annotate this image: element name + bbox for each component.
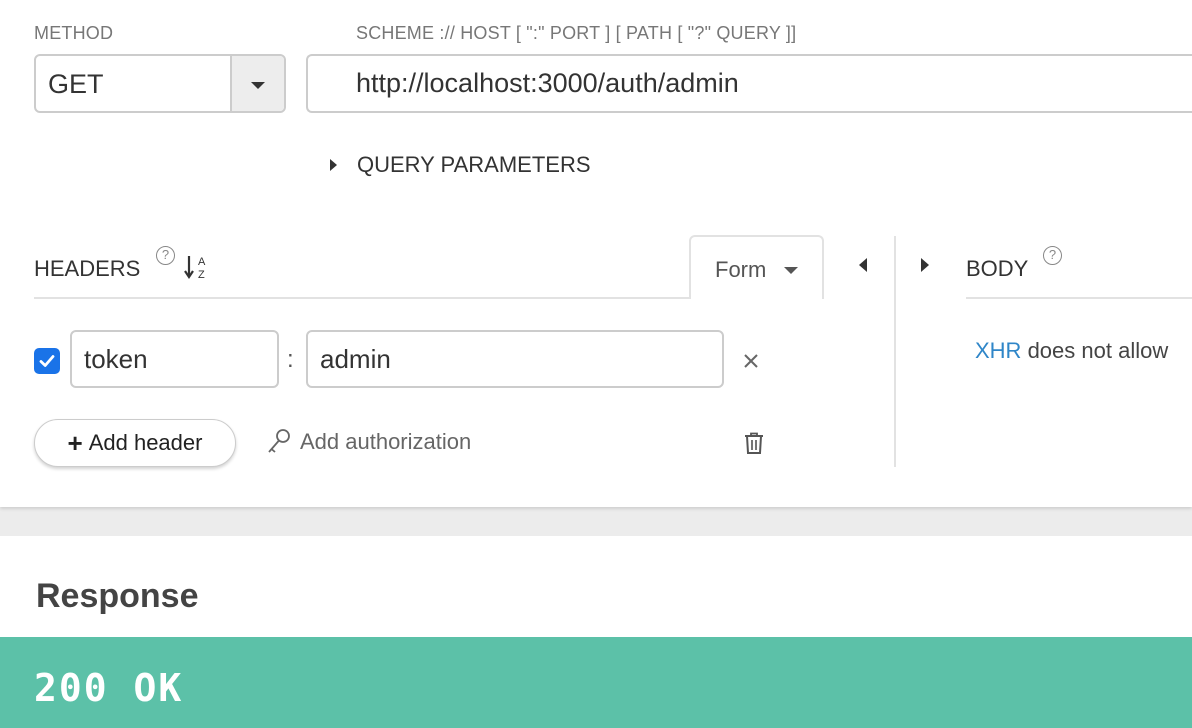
- body-divider: [966, 297, 1192, 299]
- add-authorization-button[interactable]: Add authorization: [266, 428, 471, 456]
- header-name-input[interactable]: [70, 330, 279, 388]
- headers-mode-tab[interactable]: Form: [689, 235, 824, 299]
- add-authorization-label: Add authorization: [300, 429, 472, 454]
- response-panel: Response 200 OK: [0, 536, 1192, 728]
- add-header-label: Add header: [88, 430, 203, 455]
- trash-icon: [745, 432, 763, 454]
- svg-text:A: A: [198, 256, 206, 268]
- add-header-button[interactable]: + Add header: [34, 419, 236, 467]
- svg-text:Z: Z: [198, 269, 205, 281]
- headers-divider: [34, 297, 690, 299]
- header-enabled-checkbox[interactable]: [34, 348, 60, 374]
- sort-alpha-icon[interactable]: A Z: [184, 253, 210, 281]
- panel-splitter[interactable]: [894, 236, 896, 467]
- method-dropdown-toggle[interactable]: [230, 56, 284, 111]
- body-help-icon[interactable]: ?: [1043, 246, 1062, 265]
- query-parameters-label: QUERY PARAMETERS: [357, 152, 591, 177]
- xhr-note-text: does not allow: [1021, 338, 1169, 363]
- check-icon: [39, 355, 55, 367]
- key-icon: [268, 429, 290, 453]
- status-text: 200 OK: [34, 666, 184, 710]
- close-icon: [744, 354, 758, 368]
- chevron-down-icon: [251, 82, 265, 89]
- xhr-note: XHR does not allow: [975, 338, 1168, 364]
- delete-all-headers-button[interactable]: [743, 431, 765, 460]
- remove-header-button[interactable]: [743, 346, 759, 374]
- collapse-right-button[interactable]: [921, 258, 929, 272]
- header-separator: :: [287, 346, 294, 373]
- caret-right-icon: [330, 159, 337, 171]
- method-value: GET: [48, 69, 104, 99]
- body-title: BODY: [966, 256, 1029, 281]
- collapse-left-button[interactable]: [859, 258, 867, 272]
- method-label: METHOD: [34, 23, 114, 43]
- query-parameters-toggle[interactable]: QUERY PARAMETERS: [330, 152, 591, 178]
- chevron-down-icon: [784, 267, 798, 274]
- plus-icon: +: [67, 427, 83, 458]
- headers-help-icon[interactable]: ?: [156, 246, 175, 265]
- url-format-label: SCHEME :// HOST [ ":" PORT ] [ PATH [ "?…: [356, 23, 797, 43]
- headers-title: HEADERS: [34, 256, 141, 281]
- url-input[interactable]: [306, 54, 1192, 113]
- headers-mode-label: Form: [715, 257, 767, 282]
- response-title: Response: [36, 577, 199, 615]
- caret-right-icon: [921, 258, 929, 272]
- request-panel: METHOD SCHEME :// HOST [ ":" PORT ] [ PA…: [0, 0, 1192, 507]
- header-value-input[interactable]: [306, 330, 724, 388]
- caret-left-icon: [859, 258, 867, 272]
- status-bar: 200 OK: [0, 637, 1192, 728]
- xhr-link[interactable]: XHR: [975, 338, 1021, 363]
- method-select[interactable]: GET: [34, 54, 286, 113]
